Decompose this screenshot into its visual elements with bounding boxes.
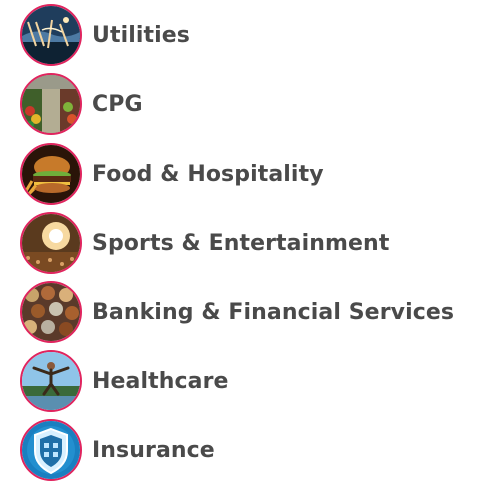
utilities-photo-icon <box>20 4 82 66</box>
industry-label: Sports & Entertainment <box>92 230 390 256</box>
stadium-lights-photo-icon <box>20 212 82 274</box>
shield-photo-icon <box>20 419 82 481</box>
industry-sports-entertainment[interactable]: Sports & Entertainment <box>20 212 389 274</box>
industry-label: CPG <box>92 91 143 117</box>
industry-label: Food & Hospitality <box>92 161 324 187</box>
industry-label: Banking & Financial Services <box>92 299 455 325</box>
industry-list: Utilities CPG Food & Hospitality Sports … <box>0 0 479 481</box>
burger-photo-icon <box>20 143 82 205</box>
industry-banking-financial[interactable]: Banking & Financial Services <box>20 281 454 343</box>
industry-insurance[interactable]: Insurance <box>20 419 215 481</box>
coins-photo-icon <box>20 281 82 343</box>
industry-utilities[interactable]: Utilities <box>20 4 190 66</box>
grocery-aisle-photo-icon <box>20 73 82 135</box>
industry-label: Utilities <box>92 22 190 48</box>
industry-cpg[interactable]: CPG <box>20 73 143 135</box>
industry-food-hospitality[interactable]: Food & Hospitality <box>20 143 324 205</box>
person-jumping-photo-icon <box>20 350 82 412</box>
industry-label: Healthcare <box>92 368 229 394</box>
industry-label: Insurance <box>92 437 215 463</box>
industry-healthcare[interactable]: Healthcare <box>20 350 229 412</box>
